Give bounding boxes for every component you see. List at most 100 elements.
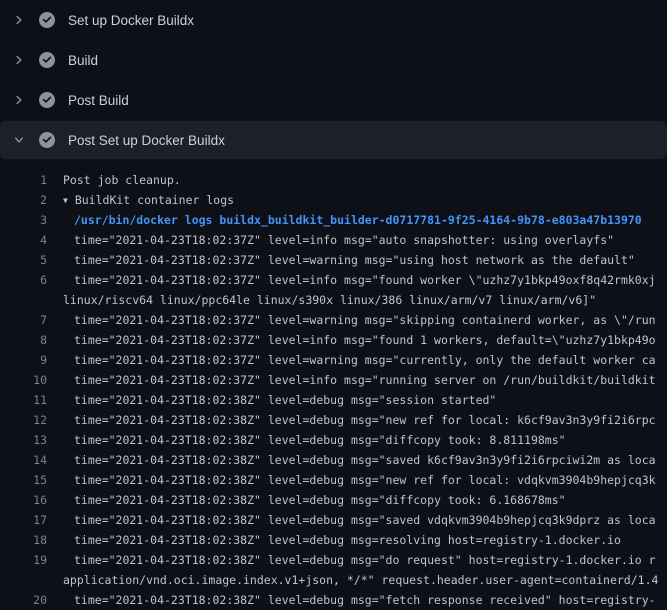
log-line-number[interactable]: 15 (0, 470, 47, 490)
chevron-icon (11, 12, 27, 28)
log-line: 20 ▼time="2021-04-23T18:02:38Z" level=de… (0, 590, 667, 610)
log-line-number[interactable]: 6 (0, 270, 47, 290)
log-line-content: time="2021-04-23T18:02:38Z" level=debug … (74, 393, 496, 407)
log-line-text: ▼/usr/bin/docker logs buildx_buildkit_bu… (47, 210, 642, 230)
group-collapse-triangle-icon[interactable]: ▼ (63, 191, 68, 210)
log-line-content: /usr/bin/docker logs buildx_buildkit_bui… (74, 213, 642, 227)
log-line-number[interactable]: 2 (0, 190, 47, 210)
log-line-text: ▼time="2021-04-23T18:02:38Z" level=debug… (47, 510, 656, 530)
log-line-text: ▼time="2021-04-23T18:02:38Z" level=debug… (47, 470, 656, 490)
log-line-text: ▼time="2021-04-23T18:02:38Z" level=debug… (47, 450, 656, 470)
log-line-number[interactable]: 5 (0, 250, 47, 270)
log-line: 15 ▼time="2021-04-23T18:02:38Z" level=de… (0, 470, 667, 490)
log-viewer: 1 ▼Post job cleanup. 2 ▼ BuildKit contain… (0, 160, 667, 610)
log-line[interactable]: 2 ▼ BuildKit container logs (0, 190, 667, 210)
log-line-content: time="2021-04-23T18:02:37Z" level=info m… (74, 373, 656, 387)
job-steps-list: Set up Docker Buildx Build (0, 0, 667, 159)
log-line-content: Post job cleanup. (63, 173, 181, 187)
log-line-text: ▼time="2021-04-23T18:02:37Z" level=warni… (47, 250, 635, 270)
step-row[interactable]: Set up Docker Buildx (0, 0, 667, 40)
log-line-number[interactable]: 3 (0, 210, 47, 230)
log-line-number[interactable]: 4 (0, 230, 47, 250)
log-line-text: ▼time="2021-04-23T18:02:38Z" level=debug… (47, 530, 621, 550)
log-line-text: ▼time="2021-04-23T18:02:37Z" level=info … (47, 330, 656, 350)
log-line-text: ▼time="2021-04-23T18:02:38Z" level=debug… (47, 390, 496, 410)
chevron-right-icon (13, 14, 25, 26)
step-row[interactable]: Post Build (0, 80, 667, 120)
step-success-check-icon (39, 92, 55, 108)
log-line-number[interactable]: 13 (0, 430, 47, 450)
log-line-content: time="2021-04-23T18:02:38Z" level=debug … (74, 453, 656, 467)
log-line-number[interactable]: 14 (0, 450, 47, 470)
log-line-number[interactable]: 1 (0, 170, 47, 190)
log-line-text: ▼Post job cleanup. (47, 170, 181, 190)
log-line: 17 ▼time="2021-04-23T18:02:38Z" level=de… (0, 510, 667, 530)
log-line-number[interactable]: 16 (0, 490, 47, 510)
log-line-text: ▼ BuildKit container logs (47, 190, 234, 210)
log-line-text: ▼time="2021-04-23T18:02:38Z" level=debug… (47, 590, 656, 610)
log-line: 10 ▼time="2021-04-23T18:02:37Z" level=in… (0, 370, 667, 390)
log-line: ▼linux/riscv64 linux/ppc64le linux/s390x… (0, 290, 667, 310)
log-line-number[interactable]: 17 (0, 510, 47, 530)
step-row[interactable]: Post Set up Docker Buildx (0, 121, 667, 159)
log-line: 1 ▼Post job cleanup. (0, 170, 667, 190)
log-line-content: time="2021-04-23T18:02:37Z" level=info m… (74, 333, 656, 347)
log-line-number[interactable]: 18 (0, 530, 47, 550)
log-line-number[interactable]: 10 (0, 370, 47, 390)
log-line-text: ▼application/vnd.oci.image.index.v1+json… (47, 570, 658, 590)
log-line-text: ▼time="2021-04-23T18:02:38Z" level=debug… (47, 430, 566, 450)
log-line: 16 ▼time="2021-04-23T18:02:38Z" level=de… (0, 490, 667, 510)
log-line-content: time="2021-04-23T18:02:38Z" level=debug … (74, 473, 656, 487)
log-line: 8 ▼time="2021-04-23T18:02:37Z" level=inf… (0, 330, 667, 350)
log-line: 5 ▼time="2021-04-23T18:02:37Z" level=war… (0, 250, 667, 270)
log-line: 4 ▼time="2021-04-23T18:02:37Z" level=inf… (0, 230, 667, 250)
log-line-content: time="2021-04-23T18:02:38Z" level=debug … (74, 493, 566, 507)
chevron-icon (11, 52, 27, 68)
log-line-number[interactable]: 8 (0, 330, 47, 350)
step-success-check-icon (39, 12, 55, 28)
chevron-icon (11, 92, 27, 108)
log-line-number[interactable] (0, 290, 47, 310)
log-line: 9 ▼time="2021-04-23T18:02:37Z" level=war… (0, 350, 667, 370)
step-label: Post Build (68, 93, 129, 108)
log-line-number[interactable] (0, 570, 47, 590)
log-line-text: ▼time="2021-04-23T18:02:37Z" level=warni… (47, 310, 656, 330)
log-line: 14 ▼time="2021-04-23T18:02:38Z" level=de… (0, 450, 667, 470)
log-line-content: linux/riscv64 linux/ppc64le linux/s390x … (63, 293, 596, 307)
log-line-number[interactable]: 20 (0, 590, 47, 610)
log-line-number[interactable]: 19 (0, 550, 47, 570)
log-line-text: ▼time="2021-04-23T18:02:37Z" level=info … (47, 370, 656, 390)
log-line-number[interactable]: 11 (0, 390, 47, 410)
step-success-check-icon (39, 52, 55, 68)
log-line: 18 ▼time="2021-04-23T18:02:38Z" level=de… (0, 530, 667, 550)
log-line-text: ▼time="2021-04-23T18:02:37Z" level=info … (47, 270, 656, 290)
chevron-down-icon (13, 134, 25, 146)
log-line-number[interactable]: 12 (0, 410, 47, 430)
log-line: 6 ▼time="2021-04-23T18:02:37Z" level=inf… (0, 270, 667, 290)
step-label: Set up Docker Buildx (68, 13, 194, 28)
log-line-content: time="2021-04-23T18:02:38Z" level=debug … (74, 553, 656, 567)
log-line-text: ▼time="2021-04-23T18:02:37Z" level=info … (47, 230, 614, 250)
log-line-content: time="2021-04-23T18:02:37Z" level=warnin… (74, 313, 656, 327)
log-line-number[interactable]: 7 (0, 310, 47, 330)
log-line-number[interactable]: 9 (0, 350, 47, 370)
log-line-content: time="2021-04-23T18:02:38Z" level=debug … (74, 533, 621, 547)
chevron-right-icon (13, 94, 25, 106)
chevron-right-icon (13, 54, 25, 66)
log-line-content: time="2021-04-23T18:02:37Z" level=info m… (74, 233, 614, 247)
step-row[interactable]: Build (0, 40, 667, 80)
log-line-content: time="2021-04-23T18:02:37Z" level=info m… (74, 273, 656, 287)
log-line-content: time="2021-04-23T18:02:37Z" level=warnin… (74, 253, 635, 267)
log-line-content: time="2021-04-23T18:02:38Z" level=debug … (74, 513, 656, 527)
log-line-content: BuildKit container logs (75, 193, 234, 207)
log-line-text: ▼time="2021-04-23T18:02:38Z" level=debug… (47, 410, 656, 430)
log-line-content: time="2021-04-23T18:02:38Z" level=debug … (74, 593, 656, 607)
log-line-content: time="2021-04-23T18:02:38Z" level=debug … (74, 433, 566, 447)
log-line-content: application/vnd.oci.image.index.v1+json,… (63, 573, 658, 587)
log-line-text: ▼linux/riscv64 linux/ppc64le linux/s390x… (47, 290, 596, 310)
log-line: 7 ▼time="2021-04-23T18:02:37Z" level=war… (0, 310, 667, 330)
log-line-content: time="2021-04-23T18:02:37Z" level=warnin… (74, 353, 656, 367)
log-line-text: ▼time="2021-04-23T18:02:37Z" level=warni… (47, 350, 656, 370)
log-line: 12 ▼time="2021-04-23T18:02:38Z" level=de… (0, 410, 667, 430)
log-line-text: ▼time="2021-04-23T18:02:38Z" level=debug… (47, 490, 566, 510)
